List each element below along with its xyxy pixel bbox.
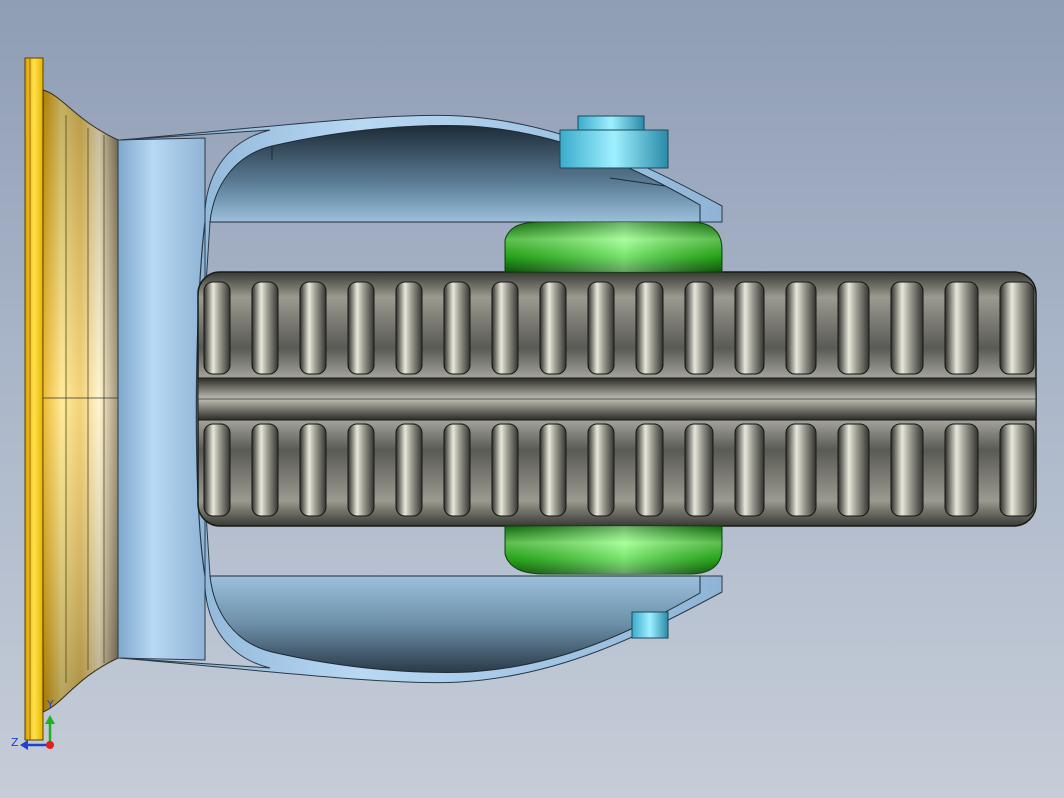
tread-block xyxy=(251,281,279,375)
tread-block xyxy=(785,423,817,517)
tread-block xyxy=(999,281,1035,375)
y-axis-arrow xyxy=(45,715,55,724)
tread-block xyxy=(299,423,327,517)
tread-block xyxy=(395,281,423,375)
tread-block xyxy=(539,423,567,517)
cad-viewport[interactable]: Y Z xyxy=(0,0,1064,798)
tyre[interactable] xyxy=(197,271,1037,527)
tread-block xyxy=(347,423,375,517)
tread-block xyxy=(944,423,979,517)
tread-block xyxy=(491,281,519,375)
tread-block xyxy=(539,281,567,375)
tread-block xyxy=(635,423,664,517)
tread-block xyxy=(684,423,714,517)
tread-block xyxy=(890,281,924,375)
z-axis-arrow xyxy=(20,740,28,750)
tread-block xyxy=(734,281,765,375)
tread-block xyxy=(890,423,924,517)
tread-block xyxy=(203,281,231,375)
tread-block xyxy=(734,423,765,517)
tread-block xyxy=(395,423,423,517)
tread-block xyxy=(443,423,471,517)
tread-block xyxy=(347,281,375,375)
tread-block xyxy=(635,281,664,375)
tread-block xyxy=(491,423,519,517)
tread-block xyxy=(299,281,327,375)
tread-block xyxy=(587,281,615,375)
tread-block xyxy=(785,281,817,375)
tread-block xyxy=(443,281,471,375)
tread-block xyxy=(999,423,1035,517)
caster-wheel-model[interactable] xyxy=(0,0,1064,798)
tread-block xyxy=(684,281,714,375)
mounting-plate[interactable] xyxy=(24,57,44,741)
tread-block xyxy=(837,423,870,517)
tread-block xyxy=(203,423,231,517)
tread-block xyxy=(944,281,979,375)
tread-block xyxy=(251,423,279,517)
triad-z-label: Z xyxy=(11,736,19,749)
tread-block xyxy=(837,281,870,375)
triad-y-label: Y xyxy=(47,698,54,711)
tread-block xyxy=(587,423,615,517)
x-axis-dot xyxy=(46,741,54,749)
